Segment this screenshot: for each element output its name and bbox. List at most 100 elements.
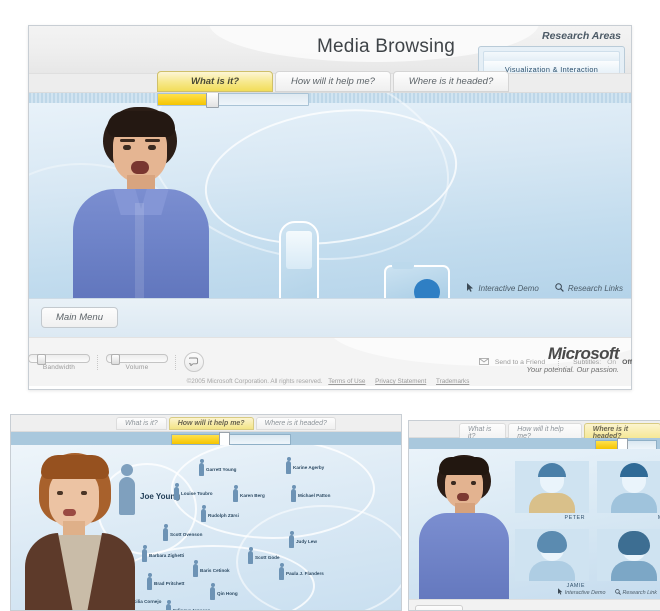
network-node-label: Rudolph Zärsi [208,513,239,518]
network-node[interactable]: Michael Patton [291,484,331,502]
research-areas-heading: Research Areas [542,30,621,42]
avatar-body [529,493,575,513]
thumbnail-right-progress-strip [409,438,660,450]
person-figure-icon [174,482,179,500]
network-node[interactable]: Baris Cetinok [193,559,230,577]
mobile-phone-illustration [279,221,319,298]
main-menu-button[interactable]: Main Menu [41,307,118,328]
man-mouth [457,493,469,501]
thumb-left-tab-how-will-it-help-me[interactable]: How will it help me? [168,417,254,430]
tab-how-will-it-help-me[interactable]: How will it help me? [275,71,391,92]
avatar-card[interactable]: MA [597,461,660,521]
network-node[interactable]: Paula J. Flanders [279,562,324,580]
avatar-image [597,529,660,581]
avatar-card[interactable]: JAMIE [515,529,589,589]
person-figure-icon [199,458,204,476]
video-progress-handle[interactable] [206,93,219,108]
network-node[interactable]: Garrett Young [199,458,236,476]
research-links-link[interactable]: Research Links [555,283,623,294]
network-node[interactable]: Karine Agerby [286,456,325,474]
tab-what-is-it[interactable]: What is it? [157,71,273,92]
network-node[interactable]: Brad Pritchett [147,572,184,590]
subtitles-on-option[interactable]: On [607,359,616,366]
closed-caption-icon [187,353,200,371]
thumbnail-panel-social-network[interactable]: What is it? How will it help me? Where i… [10,414,402,611]
network-node-label: Paula J. Flanders [286,571,324,576]
presenter-eye-right [148,145,156,150]
tab-bar: What is it? How will it help me? Where i… [29,71,631,93]
thumbnail-left-progress-bar[interactable] [171,434,291,445]
network-node[interactable]: Qin Hong [210,582,238,600]
bandwidth-slider-track[interactable] [28,353,90,365]
thumb-left-tab-what-is-it[interactable]: What is it? [116,417,167,430]
avatar-hair [538,463,566,477]
woman-eye-left [57,491,63,495]
thumb-right-interactive-demo-link[interactable]: Interactive Demo [557,588,606,597]
avatar-body [611,561,657,581]
network-node[interactable]: Rudolph Zärsi [201,504,239,522]
subtitles-off-option[interactable]: Off [622,359,632,366]
thumbnail-left-progress-handle[interactable] [219,432,230,446]
terms-of-use-link[interactable]: Terms of Use [328,378,365,385]
avatar-card-grid: PETER MA JAMIE [515,461,660,589]
thumbnail-panel-avatars[interactable]: What is it? How will it help me? Where i… [408,420,660,611]
volume-slider-track[interactable] [106,353,168,365]
magnifier-icon [614,588,621,597]
avatar-card[interactable]: PETER [515,461,589,521]
subtitles-label: Subtitles: [573,358,602,366]
person-figure-icon [279,562,284,580]
research-links-label: Research Links [567,284,623,293]
network-node-label: Michael Patton [298,493,331,498]
send-to-friend-link[interactable]: Send to a Friend [495,359,545,366]
person-figure-icon [166,599,171,610]
avatar-body [529,561,575,581]
network-node-label: Karine Agerby [293,465,325,470]
network-node-label: Qin Hong [217,591,238,596]
person-figure-icon [289,530,294,548]
controls-divider-3 [558,354,560,370]
avatar-label: PETER [564,515,585,521]
network-node-label: Karen Berg [240,493,265,498]
research-areas-panel: Research Areas Visualization & Interacti… [478,30,625,73]
digital-camera-illustration [384,262,450,298]
volume-slider[interactable]: Volume [106,353,168,371]
person-figure-icon [201,504,206,522]
interactive-demo-link[interactable]: Interactive Demo [467,283,539,294]
volume-slider-handle[interactable] [111,353,120,365]
person-figure-icon [233,484,238,502]
avatar-body [611,493,657,513]
thumb-right-research-links-link[interactable]: Research Link [614,588,657,597]
thumbnail-left-tab-bar: What is it? How will it help me? Where i… [11,415,401,432]
network-node[interactable]: Scott Gode [248,546,280,564]
network-node[interactable]: Scott Ovenson [163,523,203,541]
person-figure-icon [248,546,253,564]
bandwidth-label: Bandwidth [42,363,76,371]
bandwidth-slider-handle[interactable] [37,353,46,365]
presenter-mouth [131,161,149,174]
man-eye-left [451,481,456,485]
network-node[interactable]: Erlingur Janssen [166,599,210,610]
tab-where-is-it-headed[interactable]: Where is it headed? [393,71,509,92]
privacy-statement-link[interactable]: Privacy Statement [375,378,426,385]
research-areas-list: Visualization & Interaction SmartScreen … [478,46,625,73]
thumb-left-tab-where-is-it-headed[interactable]: Where is it headed? [255,417,336,430]
main-menu-strip: Main Menu [29,298,631,337]
network-node[interactable]: Barbara Zighetti [142,544,184,562]
right-controls-group: Send to a Friend Subtitles: On Off [478,354,632,370]
trademarks-link[interactable]: Trademarks [436,378,469,385]
avatar-card[interactable]: M [597,529,660,589]
player-header: Media Browsing Research Areas Visualizat… [29,26,631,74]
bandwidth-slider[interactable]: Bandwidth [28,353,90,371]
video-progress-fill [158,94,209,105]
video-link-row: Interactive Demo Research Links [467,283,623,294]
video-progress-bar[interactable] [157,93,309,108]
network-node[interactable]: Louise Toubro [174,482,213,500]
closed-caption-button[interactable] [184,352,204,372]
thumb-right-main-menu-button[interactable] [415,605,463,610]
presenter-woman-figure [19,453,141,610]
presenter-man-figure [415,453,511,599]
network-node[interactable]: Karen Berg [233,484,265,502]
page-title: Media Browsing [317,36,455,57]
network-node[interactable]: Judy Lew [289,530,317,548]
network-node-label: Scott Ovenson [170,532,203,537]
